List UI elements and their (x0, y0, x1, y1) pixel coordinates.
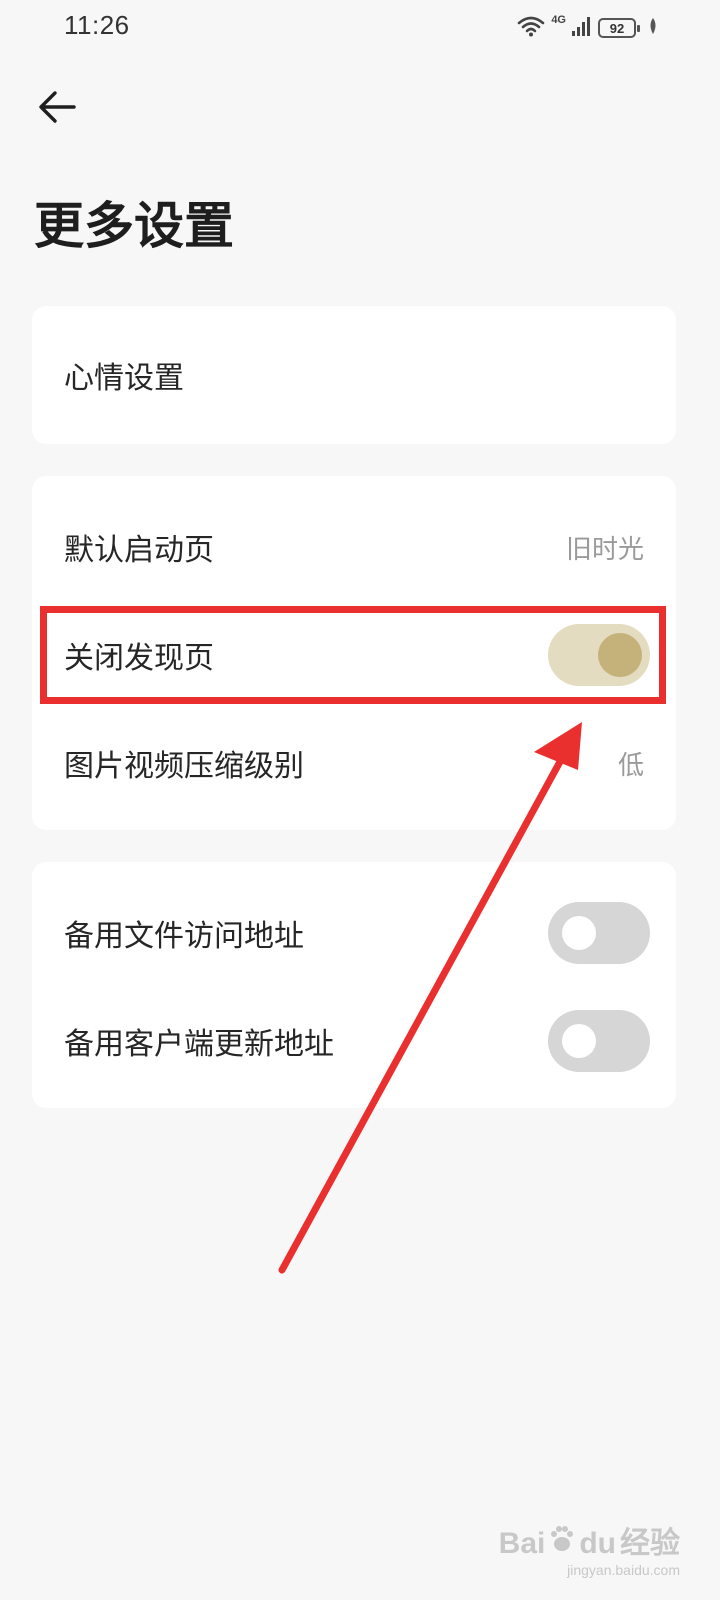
settings-item-compression-level[interactable]: 图片视频压缩级别 低 (32, 720, 676, 806)
battery-level: 92 (609, 20, 625, 36)
status-time: 11:26 (64, 10, 130, 40)
backup-file-address-toggle[interactable] (548, 902, 650, 964)
settings-item-value: 低 (617, 750, 644, 781)
toggle-knob (562, 1024, 596, 1058)
network-type-label: 4G (551, 14, 566, 26)
back-button[interactable] (30, 82, 84, 132)
settings-item-label: 心情设置 (64, 361, 184, 396)
settings-item-label: 备用文件访问地址 (64, 919, 304, 954)
settings-item-backup-file-address[interactable]: 备用文件访问地址 (32, 890, 676, 976)
settings-item-label: 默认启动页 (64, 533, 214, 568)
backup-update-address-toggle[interactable] (548, 1010, 650, 1072)
settings-item-label: 图片视频压缩级别 (64, 749, 304, 784)
watermark-brand-suffix: du (579, 1526, 616, 1560)
battery-icon: 92 (598, 18, 640, 38)
settings-item-mood[interactable]: 心情设置 (32, 332, 676, 418)
watermark-logo: Bai du 经验 (499, 1525, 680, 1562)
settings-item-value: 旧时光 (565, 534, 644, 565)
watermark: Bai du 经验 jingyan.baidu.com (499, 1525, 680, 1578)
status-bar: 11:26 4G 92 (0, 0, 720, 56)
settings-group-backup: 备用文件访问地址 备用客户端更新地址 (32, 862, 676, 1108)
watermark-brand: Bai (498, 1526, 546, 1560)
signal-icon (572, 15, 592, 41)
settings-item-default-start-page[interactable]: 默认启动页 旧时光 (32, 504, 676, 590)
status-icons: 4G 92 (517, 12, 658, 44)
page-title: 更多设置 (34, 197, 234, 255)
settings-group-mood: 心情设置 (32, 306, 676, 444)
wifi-icon (517, 15, 545, 41)
watermark-cn: 经验 (620, 1526, 680, 1560)
watermark-url: jingyan.baidu.com (567, 1562, 680, 1578)
toggle-knob (562, 916, 596, 950)
leaf-icon (648, 17, 658, 39)
paw-icon (549, 1525, 575, 1562)
settings-item-label: 备用客户端更新地址 (64, 1027, 334, 1062)
annotation-highlight-box (40, 606, 666, 704)
arrow-left-icon (39, 91, 76, 123)
settings-item-backup-update-address[interactable]: 备用客户端更新地址 (32, 998, 676, 1084)
